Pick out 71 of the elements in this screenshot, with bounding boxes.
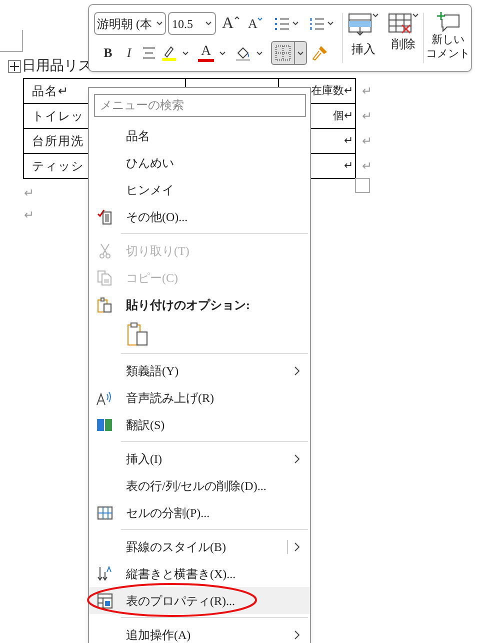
comment-plus-icon bbox=[436, 11, 460, 33]
caret-icon bbox=[256, 50, 263, 56]
caret-icon bbox=[156, 21, 163, 26]
paragraph-mark: ↵ bbox=[23, 185, 34, 201]
menu-item[interactable]: セルの分割(P)... bbox=[89, 499, 310, 526]
format-painter-icon[interactable] bbox=[312, 45, 328, 61]
delete-button[interactable]: 削除 bbox=[384, 5, 423, 71]
text-direction-icon bbox=[97, 566, 113, 582]
button-label: 新しい bbox=[432, 33, 464, 47]
checklist-icon bbox=[97, 208, 113, 224]
caret-icon bbox=[412, 13, 419, 18]
font-dropdown[interactable]: 游明朝 (本 bbox=[94, 12, 166, 35]
chevron-right-icon bbox=[294, 542, 300, 552]
row-end-mark: ↵ bbox=[356, 154, 372, 178]
chevron-right-icon bbox=[294, 630, 300, 640]
caret-icon bbox=[205, 21, 212, 26]
font-color-button[interactable]: A bbox=[198, 44, 214, 62]
menu-item[interactable]: 追加操作(A) bbox=[89, 621, 310, 643]
caret-icon bbox=[297, 50, 304, 56]
menu-item[interactable]: ヒンメイ bbox=[89, 176, 310, 203]
insert-button[interactable]: 挿入 bbox=[343, 5, 384, 71]
row-end-mark: ↵ bbox=[356, 128, 372, 154]
new-comment-button[interactable]: 新しい コメント bbox=[424, 5, 472, 71]
copy-icon bbox=[97, 270, 113, 286]
borders-button[interactable] bbox=[271, 41, 307, 65]
menu-item[interactable]: 類義語(Y) bbox=[89, 357, 310, 384]
menu-item[interactable]: その他(O)... bbox=[89, 203, 310, 230]
numbered-list-icon[interactable] bbox=[309, 16, 325, 30]
grow-font-button[interactable]: A bbox=[222, 16, 244, 32]
row-end-mark: ↵ bbox=[356, 78, 372, 104]
chevron-right-icon bbox=[294, 366, 300, 376]
row-end-mark: ↵ bbox=[356, 104, 372, 128]
caret-icon bbox=[372, 13, 379, 18]
caret-icon bbox=[327, 21, 334, 26]
bold-button[interactable]: B bbox=[100, 43, 116, 63]
bullet-list-icon[interactable] bbox=[274, 16, 290, 30]
menu-item[interactable]: 挿入(I) bbox=[89, 445, 310, 472]
menu-section-header: 貼り付けのオプション: bbox=[126, 296, 250, 314]
up-caret-icon bbox=[234, 16, 240, 20]
font-size-dropdown[interactable]: 10.5 bbox=[168, 12, 216, 35]
paint-bucket-icon[interactable] bbox=[235, 45, 251, 61]
center-align-icon[interactable] bbox=[142, 47, 156, 59]
menu-item[interactable]: 音声読み上げ(R) bbox=[89, 384, 310, 411]
table-insert-icon bbox=[348, 13, 372, 37]
menu-item[interactable]: 表の行/列/セルの削除(D)... bbox=[89, 472, 310, 499]
table-delete-icon bbox=[388, 13, 412, 35]
table-split-icon bbox=[97, 506, 113, 520]
paste-keep-icon[interactable] bbox=[127, 322, 149, 346]
menu-item[interactable]: 罫線のスタイル(B) bbox=[89, 533, 310, 560]
scissors-icon bbox=[98, 242, 112, 258]
italic-button[interactable]: I bbox=[121, 43, 137, 63]
table-resize-handle[interactable] bbox=[355, 178, 370, 193]
table-properties-icon bbox=[97, 592, 113, 608]
menu-search-field[interactable]: メニューの検索 bbox=[94, 94, 306, 117]
shrink-font-button[interactable]: A bbox=[248, 17, 268, 30]
clipboard-icon bbox=[97, 296, 113, 312]
borders-icon bbox=[275, 45, 291, 61]
caret-icon bbox=[292, 21, 299, 26]
caret-icon bbox=[219, 50, 226, 56]
chevron-right-icon bbox=[294, 454, 300, 464]
speaker-letter-icon bbox=[96, 390, 114, 406]
translate-icon bbox=[96, 416, 114, 432]
menu-item[interactable]: 縦書きと横書き(X)... bbox=[89, 560, 310, 587]
caret-icon bbox=[182, 50, 189, 56]
move-handle-icon[interactable] bbox=[8, 60, 21, 73]
menu-item[interactable]: 翻訳(S) bbox=[89, 411, 310, 438]
highlighter-icon[interactable] bbox=[161, 45, 177, 61]
page-corner-mark bbox=[0, 30, 23, 52]
button-label: コメント bbox=[426, 47, 470, 61]
down-caret-icon bbox=[257, 17, 264, 21]
paragraph-mark: ↵ bbox=[23, 207, 34, 223]
